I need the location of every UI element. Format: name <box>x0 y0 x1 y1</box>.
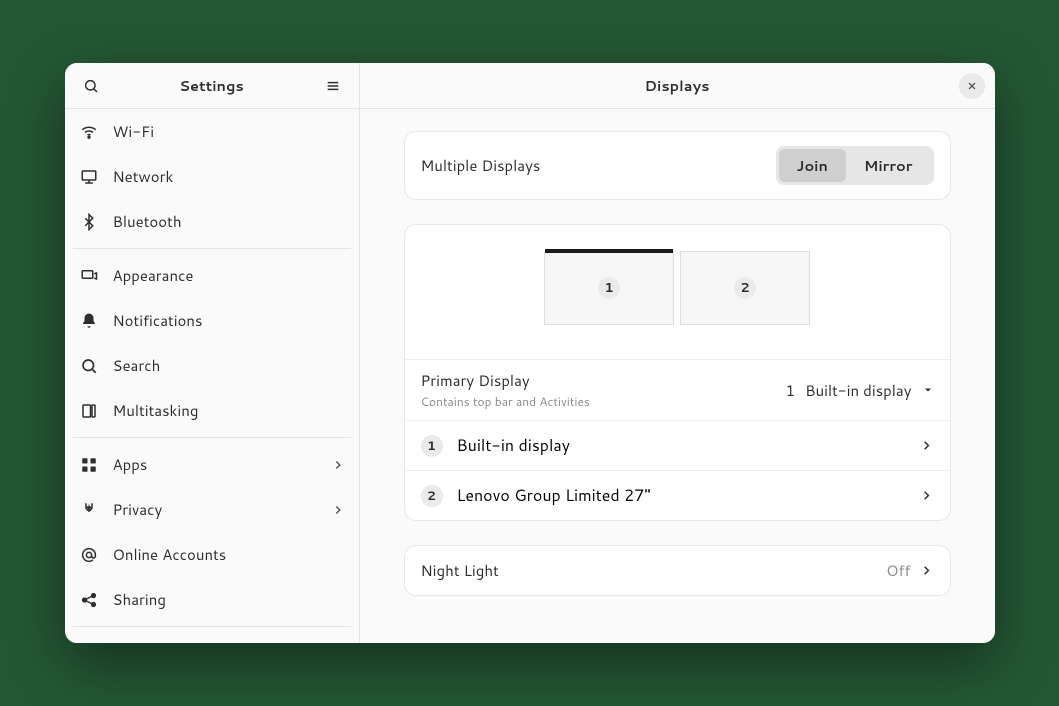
sidebar-item-label: Privacy <box>113 499 163 520</box>
sidebar-title: Settings <box>105 75 319 96</box>
multitasking-icon <box>79 402 99 420</box>
sidebar-item-label: Apps <box>113 454 148 475</box>
primary-display-sublabel: Contains top bar and Activities <box>421 393 590 410</box>
search-icon <box>83 78 99 94</box>
sidebar-item-label: Notifications <box>113 310 203 331</box>
sidebar-item-multitasking[interactable]: Multitasking <box>65 388 359 433</box>
content-panel: Displays Multiple Displays Join Mirror <box>360 63 995 643</box>
sidebar-item-apps[interactable]: Apps <box>65 442 359 487</box>
display-arrangement: 1 2 <box>405 225 950 359</box>
hamburger-icon <box>325 78 341 94</box>
privacy-icon <box>79 501 99 519</box>
monitor-2[interactable]: 2 <box>680 251 810 325</box>
page-title: Displays <box>396 75 959 96</box>
display-arrangement-card: 1 2 Primary Display Contains top bar and… <box>404 224 951 521</box>
sidebar-item-search[interactable]: Search <box>65 343 359 388</box>
close-button[interactable] <box>959 73 985 99</box>
separator <box>73 248 351 249</box>
network-icon <box>79 168 99 186</box>
display-name: Built-in display <box>457 434 571 457</box>
caret-down-icon <box>922 384 934 396</box>
chevron-right-icon <box>331 503 345 517</box>
sidebar: Settings Wi-Fi Network Bluetooth Appeara… <box>65 63 360 643</box>
primary-display-value-name: Built-in display <box>805 380 911 401</box>
monitor-1[interactable]: 1 <box>544 251 674 325</box>
sidebar-item-privacy[interactable]: Privacy <box>65 487 359 532</box>
sidebar-item-notifications[interactable]: Notifications <box>65 298 359 343</box>
menu-button[interactable] <box>319 72 347 100</box>
close-icon <box>966 80 978 92</box>
separator <box>73 626 351 627</box>
sidebar-item-label: Sharing <box>113 589 166 610</box>
content-body: Multiple Displays Join Mirror 1 2 <box>360 109 995 643</box>
chevron-right-icon <box>919 563 934 578</box>
display-badge: 2 <box>421 485 443 507</box>
settings-window: Settings Wi-Fi Network Bluetooth Appeara… <box>65 63 995 643</box>
separator <box>73 437 351 438</box>
sidebar-item-label: Wi-Fi <box>113 121 155 142</box>
multiple-displays-label: Multiple Displays <box>421 155 541 176</box>
monitor-badge: 2 <box>734 277 756 299</box>
display-row-2[interactable]: 2 Lenovo Group Limited 27" <box>405 470 950 520</box>
wifi-icon <box>79 123 99 141</box>
sidebar-item-label: Online Accounts <box>113 544 227 565</box>
search-icon <box>79 357 99 375</box>
sidebar-item-label: Appearance <box>113 265 194 286</box>
display-badge: 1 <box>421 435 443 457</box>
primary-display-label: Primary Display <box>421 370 590 391</box>
at-icon <box>79 546 99 564</box>
appearance-icon <box>79 267 99 285</box>
night-light-label: Night Light <box>421 560 499 581</box>
bell-icon <box>79 312 99 330</box>
display-row-1[interactable]: 1 Built-in display <box>405 420 950 470</box>
chevron-right-icon <box>919 438 934 453</box>
night-light-value: Off <box>886 560 910 581</box>
chevron-right-icon <box>919 488 934 503</box>
sidebar-item-network[interactable]: Network <box>65 154 359 199</box>
sidebar-item-label: Network <box>113 166 174 187</box>
sidebar-item-label: Bluetooth <box>113 211 182 232</box>
sidebar-item-label: Multitasking <box>113 400 199 421</box>
primary-display-row: Primary Display Contains top bar and Act… <box>405 359 950 420</box>
sidebar-item-appearance[interactable]: Appearance <box>65 253 359 298</box>
sidebar-item-sharing[interactable]: Sharing <box>65 577 359 622</box>
primary-display-value-num: 1 <box>786 380 796 401</box>
sidebar-list: Wi-Fi Network Bluetooth Appearance Notif… <box>65 109 359 643</box>
mirror-button[interactable]: Mirror <box>846 149 931 182</box>
chevron-right-icon <box>331 458 345 472</box>
night-light-row[interactable]: Night Light Off <box>405 546 950 595</box>
join-button[interactable]: Join <box>779 149 846 182</box>
multiple-displays-card: Multiple Displays Join Mirror <box>404 131 951 200</box>
multiple-displays-row: Multiple Displays Join Mirror <box>405 132 950 199</box>
search-button[interactable] <box>77 72 105 100</box>
night-light-card: Night Light Off <box>404 545 951 596</box>
sidebar-item-wifi[interactable]: Wi-Fi <box>65 109 359 154</box>
bluetooth-icon <box>79 213 99 231</box>
sidebar-item-online-accounts[interactable]: Online Accounts <box>65 532 359 577</box>
display-name: Lenovo Group Limited 27" <box>457 484 651 507</box>
display-mode-toggle: Join Mirror <box>776 146 934 185</box>
content-header: Displays <box>360 63 995 109</box>
monitor-badge: 1 <box>598 277 620 299</box>
sidebar-item-label: Search <box>113 355 161 376</box>
apps-icon <box>79 456 99 474</box>
sidebar-header: Settings <box>65 63 359 109</box>
sidebar-item-bluetooth[interactable]: Bluetooth <box>65 199 359 244</box>
share-icon <box>79 591 99 609</box>
primary-display-dropdown[interactable]: 1 Built-in display <box>786 380 934 401</box>
